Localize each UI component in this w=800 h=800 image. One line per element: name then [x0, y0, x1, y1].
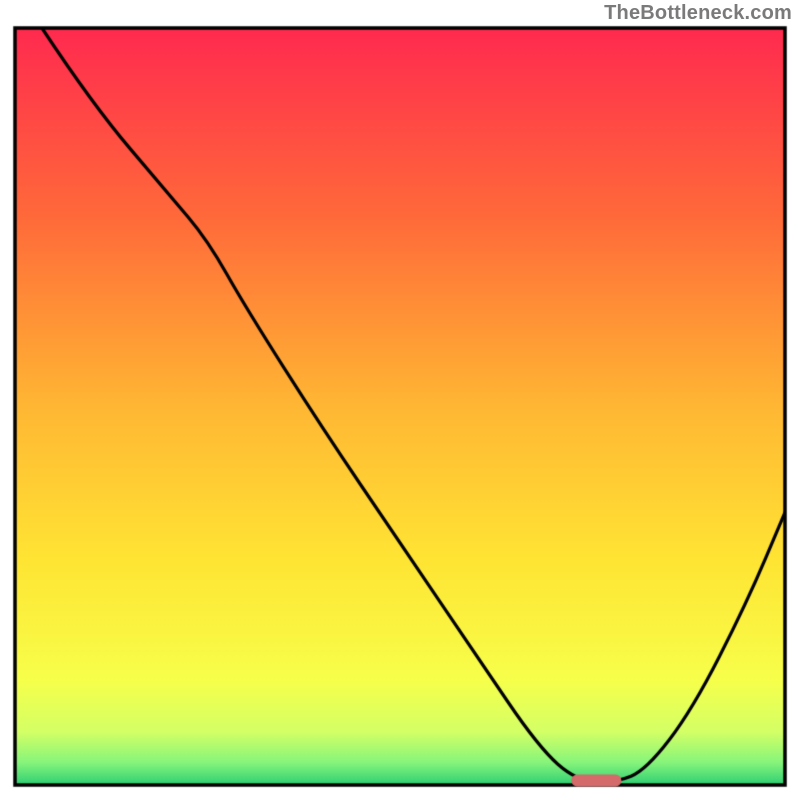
watermark-text: TheBottleneck.com [604, 2, 792, 25]
bottleneck-chart [0, 0, 800, 800]
